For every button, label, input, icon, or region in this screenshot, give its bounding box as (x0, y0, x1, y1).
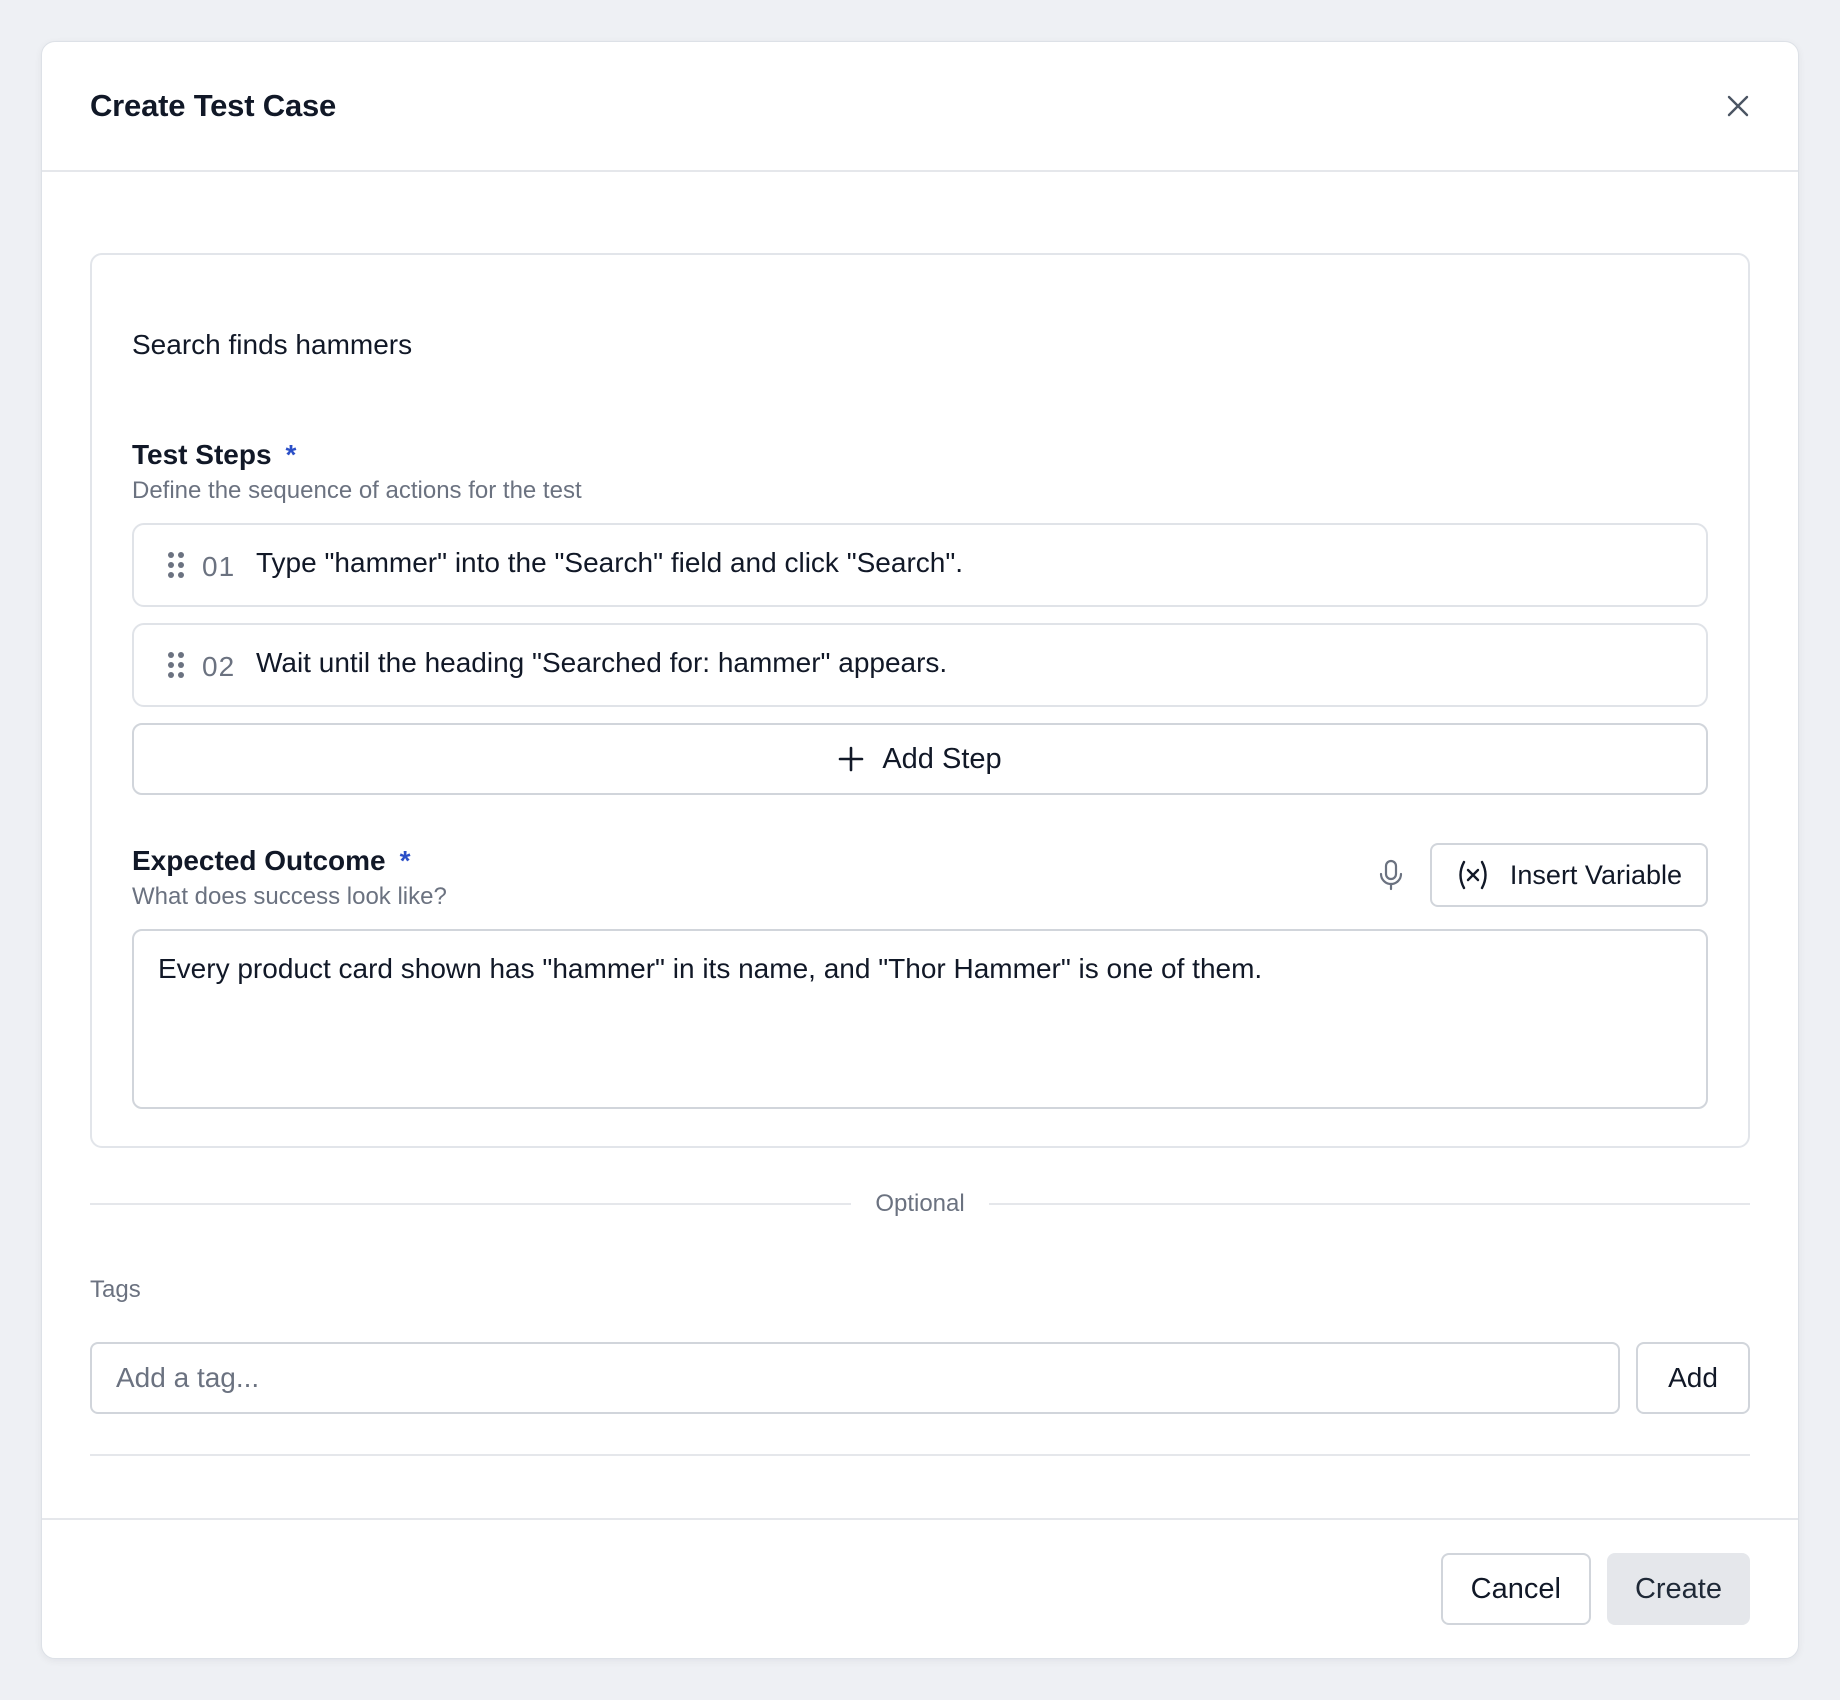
step-number: 01 (202, 551, 236, 582)
add-tag-button[interactable]: Add (1636, 1342, 1750, 1414)
tags-label: Tags (90, 1276, 141, 1303)
drag-handle-icon[interactable] (166, 550, 186, 580)
step-number: 02 (202, 651, 236, 682)
optional-label: Optional (875, 1190, 965, 1217)
expected-outcome-description: What does success look like? (132, 883, 447, 910)
step-item[interactable]: 01 Type "hammer" into the "Search" field… (132, 523, 1708, 607)
test-steps-label: Test Steps (132, 439, 272, 470)
expected-outcome-header: Expected Outcome * What does success loo… (132, 843, 1708, 911)
dialog-footer: Cancel Create (42, 1518, 1798, 1658)
required-marker: * (399, 845, 411, 876)
outcome-actions: Insert Variable (1376, 843, 1708, 907)
insert-variable-label: Insert Variable (1509, 859, 1682, 890)
test-steps-header: Test Steps * Define the sequence of acti… (132, 439, 1708, 505)
test-case-card: Search finds hammers Test Steps * Define… (90, 253, 1750, 1148)
step-text[interactable]: Type "hammer" into the "Search" field an… (256, 547, 963, 579)
step-text[interactable]: Wait until the heading "Searched for: ha… (256, 647, 947, 679)
dialog-header: Create Test Case (42, 42, 1798, 172)
test-steps-description: Define the sequence of actions for the t… (132, 477, 582, 504)
expected-outcome-label: Expected Outcome (132, 845, 386, 876)
insert-variable-button[interactable]: Insert Variable (1429, 843, 1708, 907)
plus-icon (839, 746, 864, 772)
close-icon (1727, 95, 1749, 117)
body-divider (90, 1454, 1750, 1456)
close-button[interactable] (1718, 86, 1758, 126)
add-step-button[interactable]: Add Step (132, 723, 1708, 795)
microphone-icon (1379, 859, 1403, 891)
steps-list: 01 Type "hammer" into the "Search" field… (132, 523, 1708, 795)
optional-divider: Optional (90, 1190, 1751, 1218)
create-test-case-dialog: Create Test Case Search finds hammers Te… (41, 41, 1799, 1659)
dialog-title: Create Test Case (90, 88, 337, 123)
step-item[interactable]: 02 Wait until the heading "Searched for:… (132, 623, 1708, 707)
create-button[interactable]: Create (1606, 1553, 1750, 1625)
required-marker: * (285, 439, 297, 470)
expected-outcome-textarea[interactable]: Every product card shown has "hammer" in… (132, 929, 1708, 1109)
cancel-button[interactable]: Cancel (1440, 1553, 1591, 1625)
drag-handle-icon[interactable] (166, 650, 186, 680)
microphone-button[interactable] (1376, 858, 1406, 892)
dialog-body: Search finds hammers Test Steps * Define… (42, 172, 1798, 1456)
variable-icon (1459, 860, 1487, 890)
test-case-name[interactable]: Search finds hammers (132, 325, 1708, 365)
tags-row: Add (90, 1342, 1750, 1414)
add-step-label: Add Step (882, 742, 1002, 775)
tag-input[interactable] (90, 1342, 1620, 1414)
